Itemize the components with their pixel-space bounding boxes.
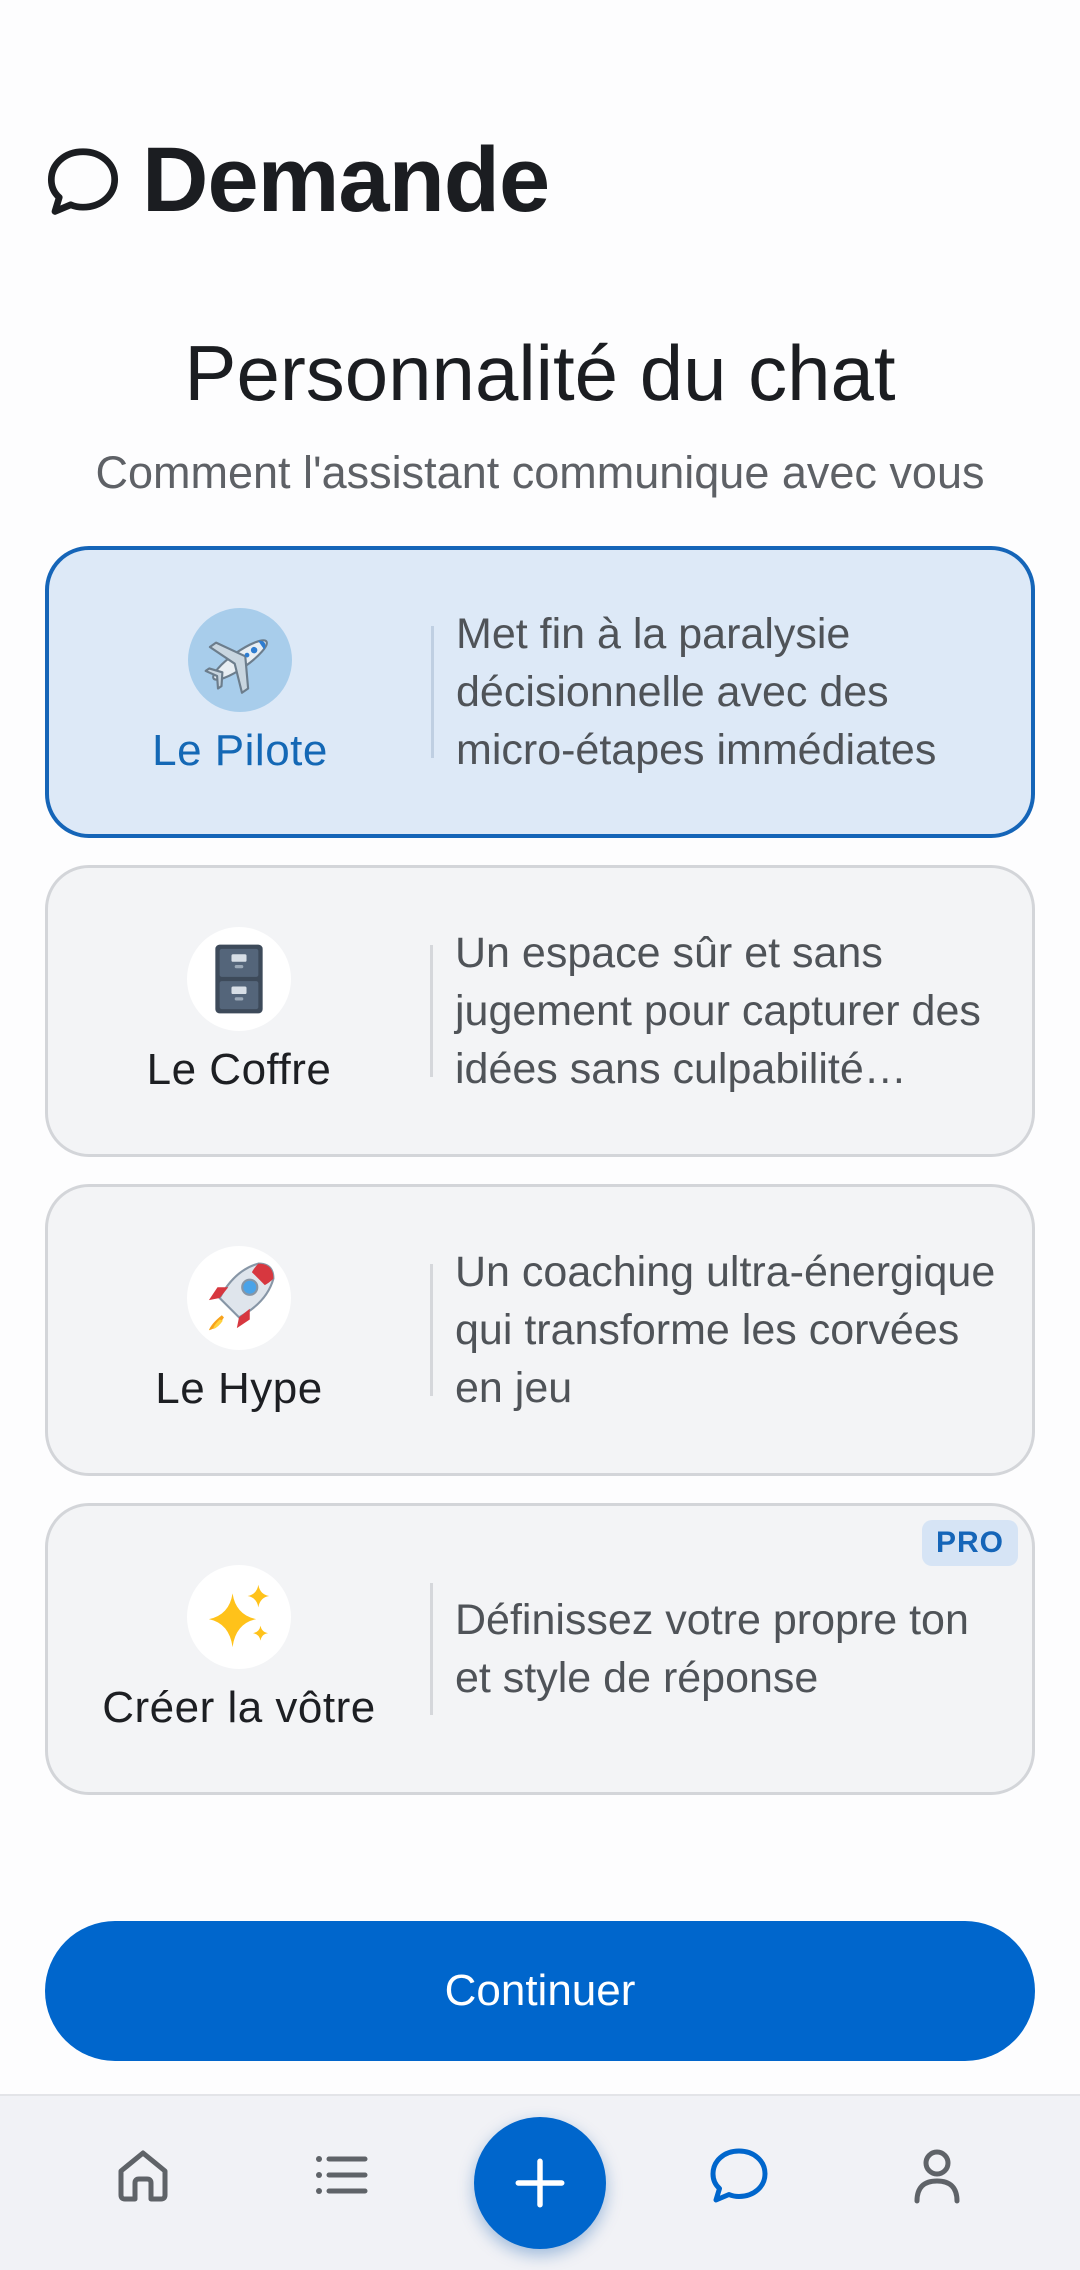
file-cabinet-icon (187, 927, 291, 1031)
card-identity: Créer la vôtre (48, 1506, 430, 1792)
personality-card-coffre[interactable]: Le Coffre Un espace sûr et sans jugement… (45, 865, 1035, 1157)
card-description: Définissez votre propre ton et style de … (455, 1596, 969, 1702)
personality-card-hype[interactable]: Le Hype Un coaching ultra-énergique qui … (45, 1184, 1035, 1476)
pro-badge: PRO (921, 1520, 1018, 1566)
plus-icon (515, 2158, 565, 2208)
card-title: Le Hype (155, 1364, 323, 1413)
personality-card-custom[interactable]: PRO Créer la vôtre Définissez votre prop… (45, 1503, 1035, 1795)
chat-bubble-icon (710, 2148, 768, 2203)
sparkles-icon (187, 1565, 291, 1669)
card-description: Un coaching ultra-énergique qui transfor… (455, 1248, 996, 1412)
card-description: Un espace sûr et sans jugement pour capt… (455, 929, 981, 1093)
airplane-icon (188, 608, 292, 712)
chat-bubble-icon (47, 147, 119, 215)
page-title: Demande (142, 129, 550, 231)
rocket-icon (187, 1246, 291, 1350)
list-icon (316, 2156, 368, 2194)
nav-profile[interactable] (892, 2130, 982, 2220)
card-identity: Le Pilote (49, 550, 431, 834)
nav-list[interactable] (296, 2130, 386, 2220)
card-identity: Le Coffre (48, 868, 430, 1154)
continue-button[interactable]: Continuer (45, 1921, 1035, 2061)
card-description: Met fin à la paralysie décisionnelle ave… (456, 610, 937, 774)
section-subtitle: Comment l'assistant communique avec vous (95, 447, 985, 498)
card-identity: Le Hype (48, 1187, 430, 1473)
card-title: Créer la vôtre (102, 1683, 376, 1732)
nav-home[interactable] (98, 2130, 188, 2220)
add-button[interactable] (474, 2117, 606, 2249)
card-title: Le Coffre (146, 1045, 332, 1094)
personality-card-pilote[interactable]: Le Pilote Met fin à la paralysie décisio… (45, 546, 1035, 838)
page-header: Demande (44, 128, 550, 233)
nav-chat[interactable] (694, 2130, 784, 2220)
card-title: Le Pilote (152, 726, 328, 775)
home-icon (118, 2150, 168, 2202)
personality-screen: Demande Personnalité du chat Comment l'a… (0, 0, 1080, 2270)
person-icon (914, 2149, 960, 2204)
section-title: Personnalité du chat (184, 329, 896, 417)
